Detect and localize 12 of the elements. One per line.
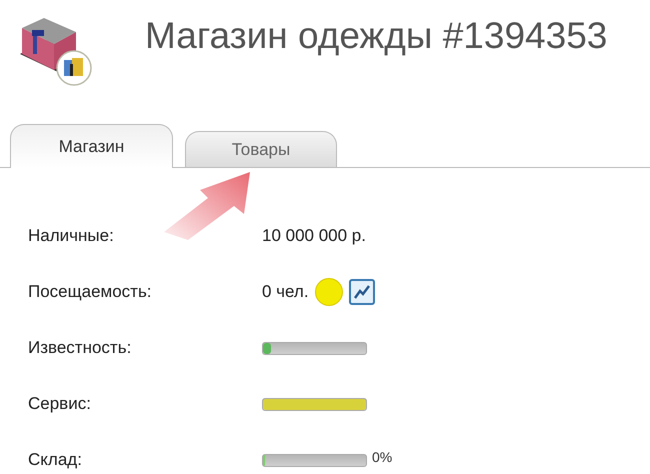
tab[interactable]: Товары	[185, 131, 337, 167]
page-title: Магазин одежды #1394353	[145, 17, 608, 54]
field-label: Склад:	[28, 449, 83, 472]
field-label: Сервис:	[28, 393, 92, 416]
cash-value: 10 000 000 р.	[262, 225, 366, 248]
tab[interactable]: Магазин	[10, 124, 173, 168]
field-label: Известность:	[28, 337, 132, 360]
field-label: Посещаемость:	[28, 281, 153, 304]
visitors-value: 0 чел.	[262, 281, 309, 304]
progress-reading: 0%	[372, 448, 392, 466]
chart-icon[interactable]	[348, 279, 375, 305]
field-label: Наличные:	[28, 225, 115, 248]
